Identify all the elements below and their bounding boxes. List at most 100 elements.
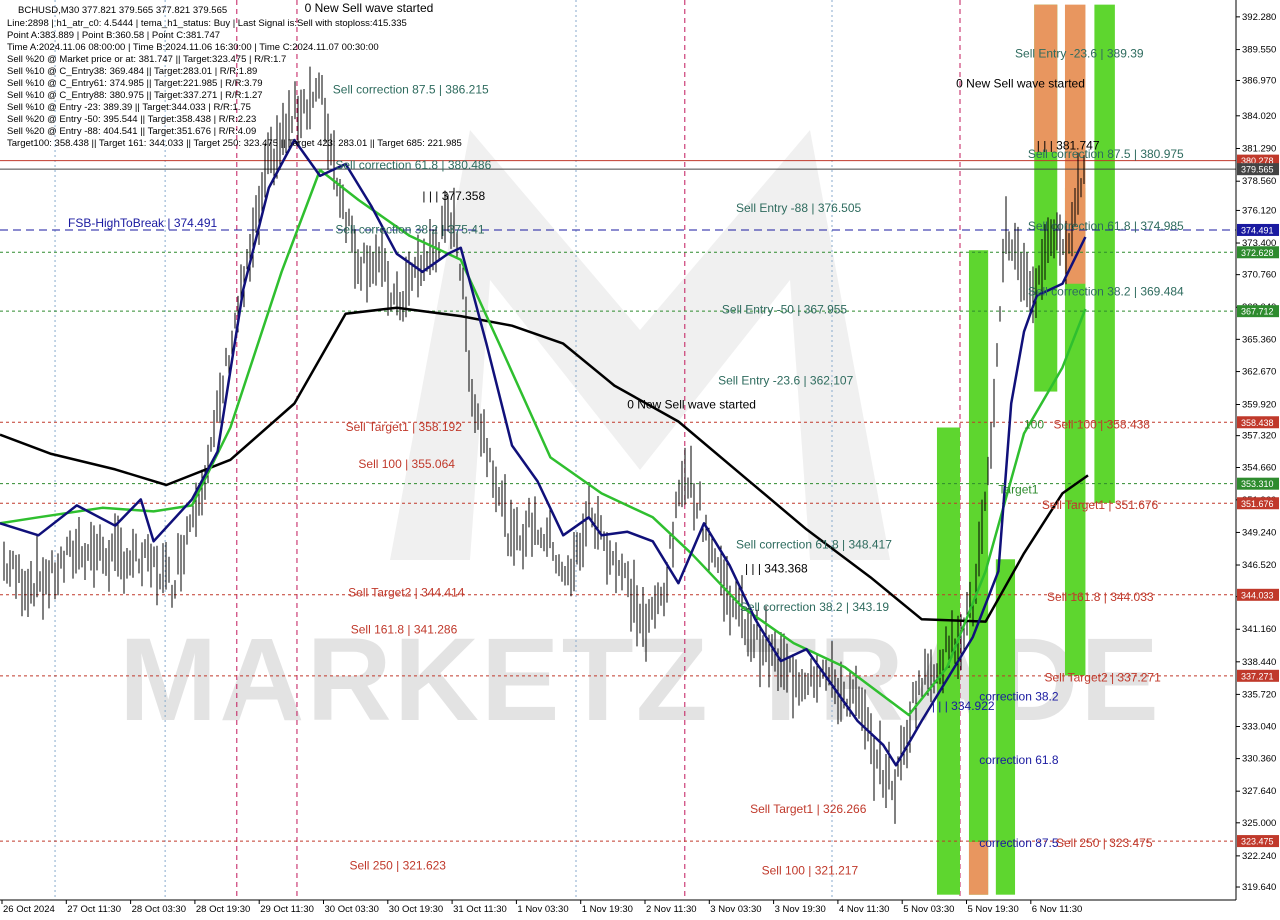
y-tick-label-17: 346.520 <box>1242 560 1276 571</box>
annotation-20: Sell Entry -23.6 | 389.39 <box>1015 46 1144 60</box>
y-tick-label-13: 357.320 <box>1242 431 1276 442</box>
x-tick-label-15: 5 Nov 19:30 <box>968 904 1019 915</box>
annotation-24: Sell correction 61.8 | 374.985 <box>1028 219 1184 233</box>
x-tick-label-6: 30 Oct 19:30 <box>389 904 443 915</box>
x-tick-label-3: 28 Oct 19:30 <box>196 904 250 915</box>
info-line-10: Target100: 358.438 || Target 161: 344.03… <box>7 138 462 149</box>
y-tick-label-26: 322.240 <box>1242 851 1276 862</box>
annotation-23: Sell correction 87.5 | 380.975 <box>1028 147 1184 161</box>
y-tick-label-22: 333.040 <box>1242 721 1276 732</box>
zone-2 <box>968 841 989 895</box>
x-tick-label-1: 27 Oct 11:30 <box>67 904 121 915</box>
info-line-6: Sell %10 @ C_Entry88: 380.975 || Target:… <box>7 90 263 101</box>
y-tick-label-23: 330.360 <box>1242 754 1276 765</box>
annotation-28: Sell 161.8 | 344.033 <box>1047 590 1154 604</box>
x-tick-label-11: 3 Nov 03:30 <box>710 904 761 915</box>
annotation-17: Sell Target1 | 326.266 <box>750 802 867 816</box>
annotation-1: Sell correction 87.5 | 386.215 <box>333 82 489 96</box>
x-tick-label-8: 1 Nov 03:30 <box>517 904 568 915</box>
y-tick-label-5: 378.560 <box>1242 176 1276 187</box>
info-line-2: Time A:2024.11.06 08:00:00 | Time B:2024… <box>7 42 379 53</box>
y-tick-label-3: 384.020 <box>1242 111 1276 122</box>
price-tag-9: 337.271 <box>1241 671 1274 681</box>
y-tick-label-19: 341.160 <box>1242 624 1276 635</box>
price-tag-3: 372.628 <box>1241 248 1274 258</box>
price-tag-6: 353.310 <box>1241 479 1274 489</box>
annotation-19: Sell 100 | 321.217 <box>762 863 859 877</box>
y-tick-label-10: 365.360 <box>1242 334 1276 345</box>
annotation-14: Sell Target2 | 344.414 <box>348 585 465 599</box>
annotation-26: Sell 100 | 358.438 <box>1053 418 1150 432</box>
symbol-header: BCHUSD,M30 377.821 379.565 377.821 379.5… <box>18 5 227 16</box>
info-line-4: Sell %10 @ C_Entry38: 369.484 || Target:… <box>7 66 257 77</box>
x-tick-label-5: 30 Oct 03:30 <box>325 904 379 915</box>
annotation-3: Sell correction 61.8 | 380.486 <box>335 158 491 172</box>
price-tag-4: 367.712 <box>1241 307 1274 317</box>
annotation-27: Sell Target1 | 351.676 <box>1042 498 1159 512</box>
annotation-0: 0 New Sell wave started <box>305 1 434 15</box>
annotation-9: Sell Target1 | 358.192 <box>346 420 463 434</box>
annotation-11: Sell correction 61.8 | 348.417 <box>736 537 892 551</box>
y-tick-label-12: 359.920 <box>1242 400 1276 411</box>
annotation-6: Sell Entry -50 | 367.955 <box>722 303 848 317</box>
info-line-3: Sell %20 @ Market price or at: 381.747 |… <box>7 54 286 65</box>
annotation-4: Sell correction 38.2 | 375.41 <box>335 222 485 236</box>
annotation-25: Sell correction 38.2 | 369.484 <box>1028 285 1184 299</box>
info-line-9: Sell %20 @ Entry -88: 404.541 || Target:… <box>7 126 256 137</box>
annotation-10: Sell 100 | 355.064 <box>358 457 455 471</box>
price-axis: 392.280 389.550 386.970 384.020 381.290 378.5… <box>1236 12 1276 893</box>
annotation-8: 0 New Sell wave started <box>627 397 756 411</box>
y-tick-label-0: 392.280 <box>1242 12 1276 23</box>
annotation-32: correction 61.8 <box>979 753 1059 767</box>
x-tick-label-14: 5 Nov 03:30 <box>903 904 954 915</box>
annotation-31: correction 38.2 <box>979 690 1059 704</box>
y-tick-label-6: 376.120 <box>1242 205 1276 216</box>
y-tick-label-20: 338.440 <box>1242 657 1276 668</box>
y-tick-label-8: 370.760 <box>1242 270 1276 281</box>
y-tick-label-14: 354.660 <box>1242 463 1276 474</box>
price-tag-10: 323.475 <box>1241 837 1274 847</box>
price-tag-8: 344.033 <box>1241 590 1274 600</box>
annotation-5: Sell Entry -88 | 376.505 <box>736 201 862 215</box>
y-tick-label-4: 381.290 <box>1242 144 1276 155</box>
annotation-13: Sell correction 38.2 | 343.19 <box>740 600 890 614</box>
x-tick-label-7: 31 Oct 11:30 <box>453 904 507 915</box>
time-axis: 26 Oct 2024 27 Oct 11:30 28 Oct 03:30 28 Oc… <box>1 900 1083 915</box>
x-tick-label-2: 28 Oct 03:30 <box>132 904 186 915</box>
x-tick-label-0: 26 Oct 2024 <box>3 904 55 915</box>
price-chart[interactable]: MARKETZ TRADE FSB-HighToBreak | 374.491 … <box>0 0 1280 920</box>
annotation-35: 100 <box>1024 418 1044 432</box>
x-tick-label-10: 2 Nov 11:30 <box>646 904 697 915</box>
annotation-30: Sell 250 | 323.475 <box>1056 836 1153 850</box>
info-line-7: Sell %10 @ Entry -23: 389.39 || Target:3… <box>7 102 251 113</box>
y-tick-label-21: 335.720 <box>1242 689 1276 700</box>
y-tick-label-16: 349.240 <box>1242 527 1276 538</box>
x-tick-label-13: 4 Nov 11:30 <box>839 904 890 915</box>
x-tick-label-16: 6 Nov 11:30 <box>1032 904 1083 915</box>
price-tag-5: 358.438 <box>1241 418 1274 428</box>
price-tag-2: 374.491 <box>1241 225 1274 235</box>
y-tick-label-2: 386.970 <box>1242 75 1276 86</box>
y-tick-label-27: 319.640 <box>1242 882 1276 893</box>
annotation-34: Target1 <box>998 482 1038 496</box>
y-tick-label-24: 327.640 <box>1242 786 1276 797</box>
x-tick-label-9: 1 Nov 19:30 <box>582 904 633 915</box>
annotation-29: Sell Target2 | 337.271 <box>1044 670 1161 684</box>
annotation-2: | | | 377.358 <box>422 189 485 203</box>
annotation-15: Sell 161.8 | 341.286 <box>351 623 458 637</box>
info-line-8: Sell %20 @ Entry -50: 395.544 || Target:… <box>7 114 256 125</box>
level-label-2: FSB-HighToBreak | 374.491 <box>68 216 218 230</box>
y-tick-label-25: 325.000 <box>1242 818 1276 829</box>
price-tags: 380.278379.565374.491372.628367.712358.4… <box>1237 154 1279 848</box>
price-tag-7: 351.676 <box>1241 499 1274 509</box>
info-line-0: Line:2898 | h1_atr_c0: 4.5444 | tema_h1_… <box>7 18 407 29</box>
price-tag-1: 379.565 <box>1241 165 1274 175</box>
x-tick-label-4: 29 Oct 11:30 <box>260 904 314 915</box>
y-tick-label-11: 362.670 <box>1242 367 1276 378</box>
annotation-12: | | | 343.368 <box>745 561 808 575</box>
annotation-18: Sell 250 | 321.623 <box>349 859 446 873</box>
info-line-1: Point A:383.889 | Point B:360.58 | Point… <box>7 30 220 41</box>
info-line-5: Sell %10 @ C_Entry61: 374.985 || Target:… <box>7 78 263 89</box>
annotation-7: Sell Entry -23.6 | 362.107 <box>718 373 854 387</box>
y-tick-label-1: 389.550 <box>1242 45 1276 56</box>
